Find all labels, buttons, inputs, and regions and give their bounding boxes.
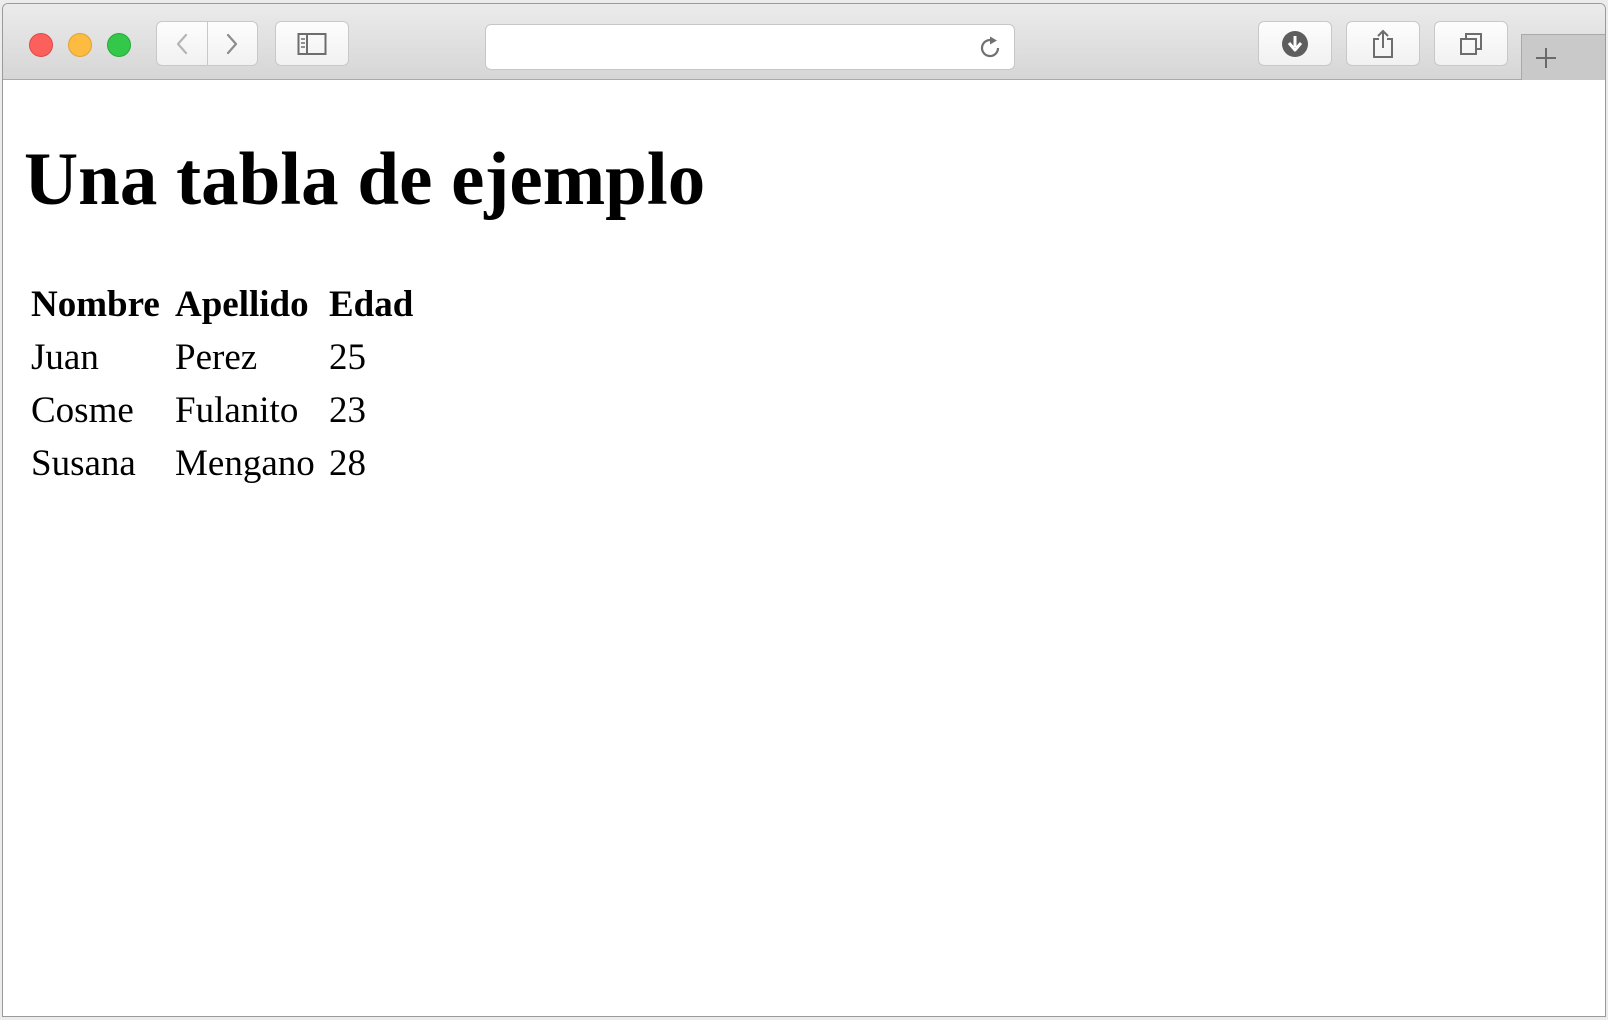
reload-button[interactable] (976, 34, 1004, 62)
plus-icon (1536, 48, 1556, 68)
tabs-icon (1460, 32, 1482, 55)
table-header-row: Nombre Apellido Edad (31, 280, 413, 329)
share-button[interactable] (1346, 21, 1420, 66)
chevron-left-icon (176, 33, 187, 54)
back-button[interactable] (157, 22, 207, 65)
cell-apellido: Perez (175, 337, 258, 378)
forward-button[interactable] (206, 22, 258, 65)
sidebar-toggle-button[interactable] (275, 21, 349, 66)
minimize-window-button[interactable] (68, 33, 92, 57)
download-icon (1282, 30, 1308, 57)
cell-nombre: Susana (31, 443, 136, 484)
url-input[interactable] (496, 31, 970, 65)
new-tab-button[interactable] (1521, 34, 1605, 81)
browser-window: Una tabla de ejemplo Nombre Apellido Eda… (2, 3, 1606, 1017)
table-row: Cosme Fulanito 23 (31, 386, 413, 435)
page-content: Una tabla de ejemplo Nombre Apellido Eda… (3, 80, 1605, 1016)
chevron-right-icon (227, 33, 238, 54)
cell-edad: 28 (329, 443, 366, 484)
cell-apellido: Fulanito (175, 390, 299, 431)
cell-nombre: Juan (31, 337, 99, 378)
column-header-apellido: Apellido (175, 284, 309, 325)
address-bar[interactable] (485, 24, 1015, 70)
cell-apellido: Mengano (175, 443, 315, 484)
downloads-button[interactable] (1258, 21, 1332, 66)
column-header-edad: Edad (329, 284, 414, 325)
tabs-overview-button[interactable] (1434, 21, 1508, 66)
share-icon (1373, 29, 1393, 58)
navigation-buttons (156, 21, 258, 66)
reload-icon (980, 36, 1000, 58)
zoom-window-button[interactable] (107, 33, 131, 57)
browser-toolbar (3, 4, 1605, 81)
page-title: Una tabla de ejemplo (24, 138, 706, 221)
cell-nombre: Cosme (31, 390, 134, 431)
table-row: Juan Perez 25 (31, 333, 413, 382)
cell-edad: 23 (329, 390, 366, 431)
table-row: Susana Mengano 28 (31, 439, 413, 488)
cell-edad: 25 (329, 337, 366, 378)
sidebar-icon (297, 32, 327, 55)
close-window-button[interactable] (29, 33, 53, 57)
column-header-nombre: Nombre (31, 284, 160, 325)
people-table: Nombre Apellido Edad Juan Perez 25 Cosme… (27, 276, 417, 492)
